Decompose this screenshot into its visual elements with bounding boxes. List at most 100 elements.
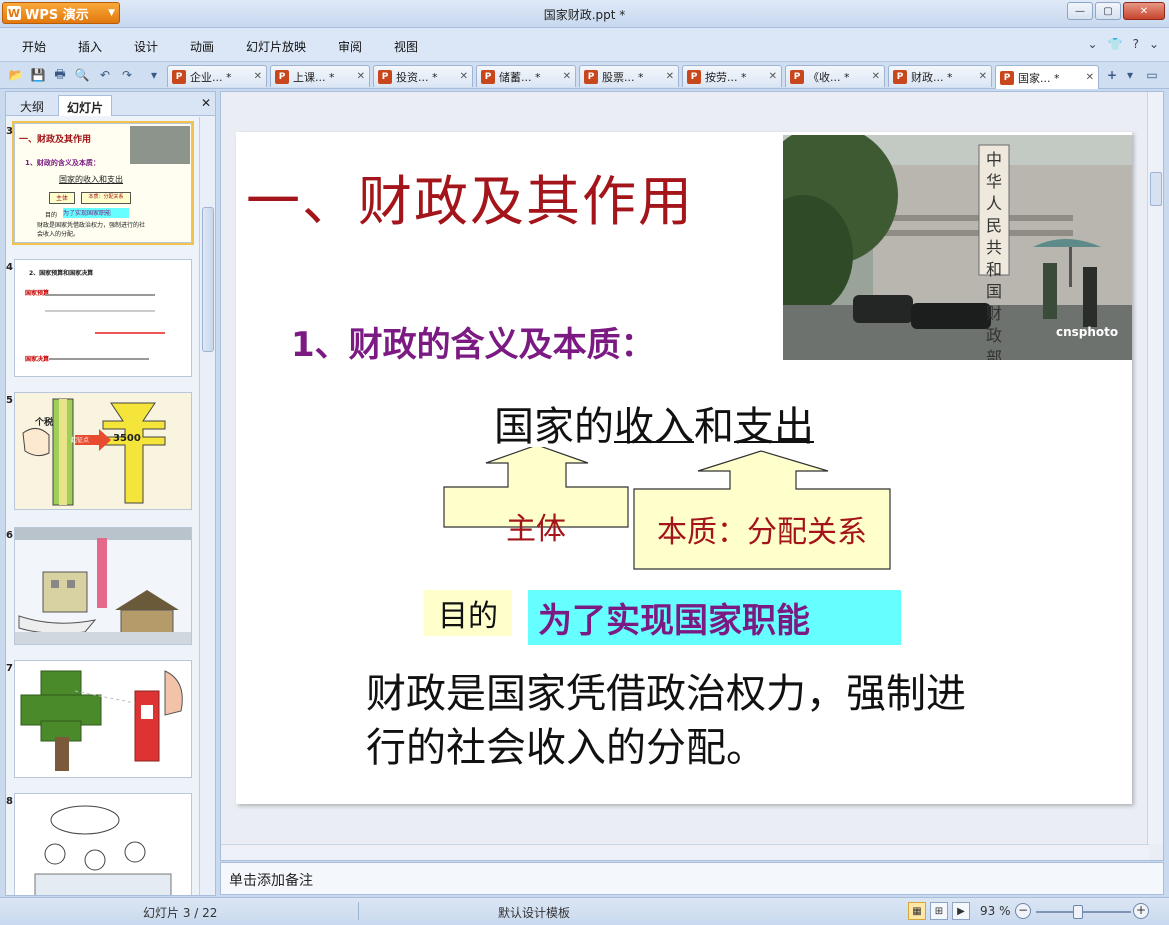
expense-text: 支出 bbox=[734, 404, 814, 450]
close-tab-icon[interactable]: ✕ bbox=[872, 71, 880, 82]
ministry-photo[interactable]: 中华人民共和国财政部 cnsphoto bbox=[783, 135, 1132, 360]
tab-outline[interactable]: 大纲 bbox=[12, 95, 52, 116]
chevron-down-icon[interactable]: ⌄ bbox=[1149, 37, 1159, 51]
income-expense-line[interactable]: 国家的收入和支出 bbox=[494, 394, 814, 452]
scroll-thumb[interactable] bbox=[1150, 172, 1162, 206]
slide-thumb-8[interactable]: 8 bbox=[6, 793, 192, 895]
doc-tab-2[interactable]: P 上课... * ✕ bbox=[270, 65, 370, 87]
tab-list-caret-icon[interactable]: ▾ bbox=[1122, 67, 1138, 83]
doc-tab-5[interactable]: P 股票... * ✕ bbox=[579, 65, 679, 87]
close-tab-icon[interactable]: ✕ bbox=[254, 71, 262, 82]
zoom-out-button[interactable]: − bbox=[1015, 903, 1031, 919]
photo-credit: cnsphoto bbox=[1056, 325, 1119, 339]
menu-review[interactable]: 审阅 bbox=[338, 38, 362, 55]
theme-name[interactable]: 默认设计模板 bbox=[498, 904, 570, 921]
close-window-button[interactable]: ✕ bbox=[1123, 2, 1165, 20]
slide-thumb-5[interactable]: 5 个税 起征点 3500 bbox=[6, 392, 192, 510]
doc-tab-7[interactable]: P 《收... * ✕ bbox=[785, 65, 885, 87]
zoom-slider-track[interactable] bbox=[1036, 911, 1131, 913]
thumb-number: 4 bbox=[6, 262, 13, 273]
menu-home[interactable]: 开始 bbox=[22, 38, 46, 55]
slide-thumb-3[interactable]: 3 一、财政及其作用 1、财政的含义及本质： 国家的收入和支出 主体 本质：分配… bbox=[6, 121, 194, 245]
doc-tab-6[interactable]: P 按劳... * ✕ bbox=[682, 65, 782, 87]
doc-tab-label: 国家... * bbox=[1018, 71, 1060, 85]
save-icon[interactable]: 💾 bbox=[30, 67, 46, 83]
crowd-cartoon-image bbox=[15, 794, 191, 895]
menu-insert[interactable]: 插入 bbox=[78, 38, 102, 55]
photo-sign-text: 中华人民共和国财政部 bbox=[985, 150, 1002, 360]
slide-subtitle[interactable]: 1、财政的含义及本质： bbox=[291, 317, 655, 366]
slide-sorter-view-icon[interactable]: ⊞ bbox=[930, 902, 948, 920]
ppt-file-icon: P bbox=[275, 69, 289, 84]
purpose-text[interactable]: 为了实现国家职能 bbox=[528, 590, 901, 645]
doc-tab-active[interactable]: P 国家... * ✕ bbox=[995, 65, 1099, 89]
close-tab-icon[interactable]: ✕ bbox=[979, 71, 987, 82]
zoom-slider-knob[interactable] bbox=[1073, 905, 1083, 919]
shirt-icon[interactable]: 👕 bbox=[1108, 37, 1123, 51]
zoom-in-button[interactable]: + bbox=[1133, 903, 1149, 919]
subject-box[interactable]: 主体 bbox=[445, 487, 627, 565]
menu-slideshow[interactable]: 幻灯片放映 bbox=[246, 38, 306, 55]
notes-area[interactable]: 单击添加备注 bbox=[220, 862, 1164, 895]
definition-text[interactable]: 财政是国家凭借政治权力，强制进行的社会收入的分配。 bbox=[366, 667, 986, 775]
print-icon[interactable]: 🖶 bbox=[52, 67, 68, 83]
essence-box[interactable]: 本质：分配关系 bbox=[635, 490, 889, 568]
close-pane-icon[interactable]: ✕ bbox=[201, 96, 211, 110]
thumb-text: 国家的收入和支出 bbox=[59, 175, 123, 184]
menu-view[interactable]: 视图 bbox=[394, 38, 418, 55]
ppt-file-icon: P bbox=[687, 69, 701, 84]
doc-tab-4[interactable]: P 储蓄... * ✕ bbox=[476, 65, 576, 87]
doc-tab-8[interactable]: P 财政... * ✕ bbox=[888, 65, 992, 87]
slide-counter: 幻灯片 3 / 22 bbox=[143, 906, 218, 920]
close-tab-icon[interactable]: ✕ bbox=[563, 71, 571, 82]
tab-slides[interactable]: 幻灯片 bbox=[58, 95, 113, 116]
slide-thumb-7[interactable]: 7 bbox=[6, 660, 192, 778]
doc-tab-1[interactable]: P 企业... * ✕ bbox=[167, 65, 267, 87]
slides-pane-scrollbar[interactable] bbox=[199, 117, 215, 895]
close-tab-icon[interactable]: ✕ bbox=[769, 71, 777, 82]
help-icon[interactable]: ? bbox=[1133, 37, 1139, 51]
slide-thumb-4[interactable]: 4 2、国家预算和国家决算 国家预算 国家决算 bbox=[6, 259, 192, 377]
tax-cartoon-image bbox=[15, 393, 191, 509]
document-tab-bar: 📂 💾 🖶 🔍 ↶ ↷ ▾ P 企业... * ✕ P 上课... * ✕ P … bbox=[0, 62, 1169, 89]
close-tab-icon[interactable]: ✕ bbox=[1086, 72, 1094, 83]
slide-vertical-scrollbar[interactable] bbox=[1147, 92, 1163, 844]
slide-horizontal-scrollbar[interactable] bbox=[221, 844, 1149, 860]
maximize-button[interactable]: ▢ bbox=[1095, 2, 1121, 20]
doc-tab-label: 投资... * bbox=[396, 70, 438, 84]
status-bar: 幻灯片 3 / 22 默认设计模板 ▦ ⊞ ▶ 93 % − + bbox=[0, 897, 1169, 925]
doc-tab-3[interactable]: P 投资... * ✕ bbox=[373, 65, 473, 87]
normal-view-icon[interactable]: ▦ bbox=[908, 902, 926, 920]
print-preview-icon[interactable]: 🔍 bbox=[74, 67, 90, 83]
ppt-file-icon: P bbox=[790, 69, 804, 84]
open-folder-icon[interactable]: 📂 bbox=[8, 67, 24, 83]
doc-tab-label: 股票... * bbox=[602, 70, 644, 84]
doc-tab-label: 上课... * bbox=[293, 70, 335, 84]
slide-canvas[interactable]: 一、财政及其作用 中华人民共和国财政部 cnsphoto 1、财政的含义及本质：… bbox=[236, 132, 1132, 804]
slide-title[interactable]: 一、财政及其作用 bbox=[246, 157, 694, 236]
essence-text: 本质：分配关系 bbox=[657, 515, 867, 550]
doc-tab-label: 财政... * bbox=[911, 70, 953, 84]
menu-design[interactable]: 设计 bbox=[134, 38, 158, 55]
doc-tab-label: 按劳... * bbox=[705, 70, 747, 84]
purpose-label[interactable]: 目的 bbox=[424, 590, 512, 636]
customize-caret-icon[interactable]: ▾ bbox=[146, 67, 162, 83]
line-text: 和 bbox=[694, 404, 734, 450]
close-tab-icon[interactable]: ✕ bbox=[460, 71, 468, 82]
slide-thumb-6[interactable]: 6 bbox=[6, 527, 192, 645]
layout-toggle-icon[interactable]: ▭ bbox=[1144, 67, 1160, 83]
menu-animation[interactable]: 动画 bbox=[190, 38, 214, 55]
undo-icon[interactable]: ↶ bbox=[97, 67, 113, 83]
close-tab-icon[interactable]: ✕ bbox=[666, 71, 674, 82]
tree-cartoon-image bbox=[15, 661, 191, 777]
scroll-thumb[interactable] bbox=[202, 207, 214, 352]
minimize-button[interactable]: — bbox=[1067, 2, 1093, 20]
slideshow-view-icon[interactable]: ▶ bbox=[952, 902, 970, 920]
new-tab-plus-icon[interactable]: + bbox=[1104, 67, 1120, 83]
thumb-text: 财政是国家凭借政治权力，强制进行的社会收入的分配。 bbox=[37, 222, 146, 238]
redo-icon[interactable]: ↷ bbox=[119, 67, 135, 83]
close-tab-icon[interactable]: ✕ bbox=[357, 71, 365, 82]
thumb-text: 国家决算 bbox=[25, 356, 50, 363]
chevron-down-icon[interactable]: ⌄ bbox=[1088, 37, 1098, 51]
window-title: 国家财政.ppt * bbox=[543, 8, 626, 22]
